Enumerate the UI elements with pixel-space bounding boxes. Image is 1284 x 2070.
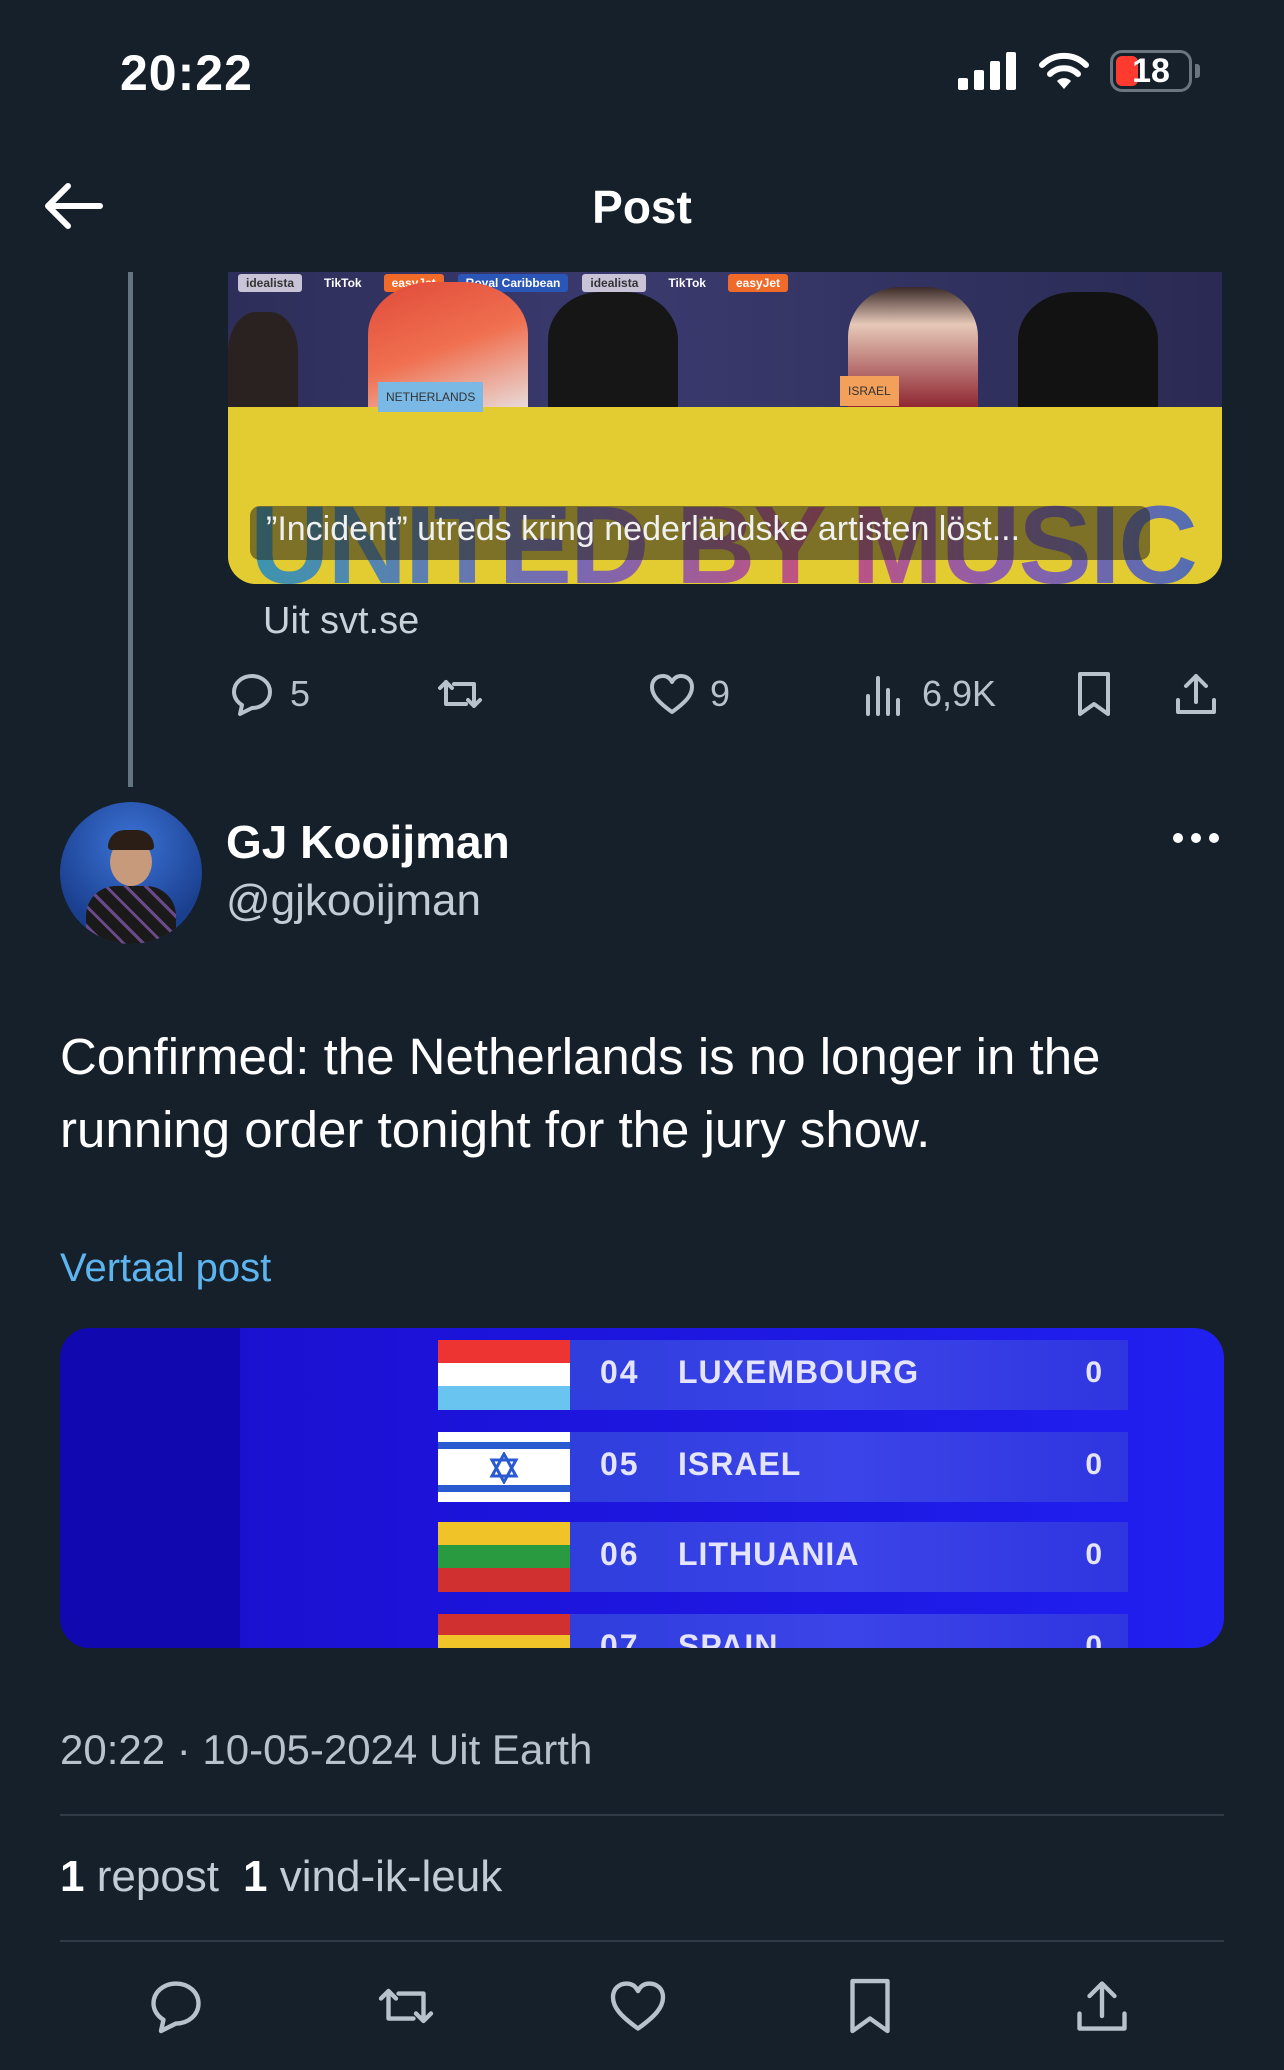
share-button[interactable] <box>1172 670 1220 718</box>
wifi-icon <box>1039 52 1089 89</box>
flag-luxembourg <box>438 1340 570 1410</box>
link-card[interactable]: idealista TikTok easyJet Royal Caribbean… <box>228 272 1222 584</box>
ranking-row: 07 SPAIN 0 <box>438 1614 1128 1648</box>
flag-lithuania <box>438 1522 570 1592</box>
post-text: Confirmed: the Netherlands is no longer … <box>60 1028 1101 1158</box>
rank-country: LUXEMBOURG <box>678 1354 920 1390</box>
like-count: 1 <box>243 1852 268 1901</box>
page-title: Post <box>592 181 692 233</box>
post-actions <box>0 1976 1284 2040</box>
like-button[interactable] <box>608 1976 672 2040</box>
views-icon <box>866 676 900 716</box>
name-plate: NETHERLANDS <box>378 382 484 412</box>
reply-count: 5 <box>290 673 311 714</box>
rank-country: SPAIN <box>678 1628 779 1648</box>
rank-country: LITHUANIA <box>678 1536 860 1572</box>
repost-stat[interactable]: 1 repost <box>60 1852 219 1902</box>
more-options-button[interactable] <box>1172 826 1220 850</box>
reply-button[interactable] <box>146 1976 210 2040</box>
bookmark-icon <box>850 1978 890 2034</box>
views-count: 6,9K <box>922 673 997 714</box>
heart-icon <box>650 674 694 714</box>
like-stat[interactable]: 1 vind-ik-leuk <box>243 1852 502 1902</box>
ranking-row: 06 LITHUANIA 0 <box>438 1522 1128 1592</box>
rank-score: 0 <box>1085 1630 1102 1648</box>
translate-link[interactable]: Vertaal post <box>60 1246 271 1291</box>
sponsor-logo: idealista <box>238 274 303 292</box>
post-stats: 1 repost 1 vind-ik-leuk <box>60 1852 502 1902</box>
rank-score: 0 <box>1085 1538 1102 1571</box>
heart-icon <box>610 1981 666 2031</box>
user-handle[interactable]: @gjkooijman <box>226 876 481 926</box>
bookmark-button[interactable] <box>840 1976 904 2040</box>
rank-score: 0 <box>1085 1448 1102 1481</box>
divider <box>60 1940 1224 1942</box>
views-button[interactable]: 6,9K <box>860 670 996 718</box>
person-figure <box>228 312 298 412</box>
name-plate: ISRAEL <box>840 376 899 406</box>
post-media-image[interactable]: 04 LUXEMBOURG 0 05 ISRAEL 0 06 LITHUANIA… <box>60 1328 1224 1648</box>
reply-icon <box>232 674 272 716</box>
sponsor-logo: TikTok <box>324 276 362 290</box>
flag-israel <box>438 1432 570 1502</box>
share-button[interactable] <box>1072 1976 1136 2040</box>
divider <box>60 1814 1224 1816</box>
rank-number: 06 <box>600 1536 640 1572</box>
display-name[interactable]: GJ Kooijman <box>226 815 510 869</box>
status-time: 20:22 <box>120 45 253 101</box>
repost-button[interactable] <box>376 1976 440 2040</box>
bookmark-icon <box>1078 672 1110 716</box>
link-card-title: ”Incident” utreds kring nederländske art… <box>250 506 1150 560</box>
signal-icon <box>958 52 1016 90</box>
like-label: vind-ik-leuk <box>279 1852 503 1901</box>
repost-count: 1 <box>60 1852 85 1901</box>
more-dots-icon <box>1173 833 1219 843</box>
ranking-row: 05 ISRAEL 0 <box>438 1432 1128 1502</box>
sponsor-logo: easyJet <box>727 274 789 292</box>
status-icons: 18 <box>958 50 1200 92</box>
repost-icon <box>438 680 482 708</box>
header: Post <box>0 150 1284 260</box>
rank-country: ISRAEL <box>678 1446 802 1482</box>
battery-icon: 18 <box>1110 50 1200 92</box>
battery-level: 18 <box>1132 51 1170 90</box>
repost-button[interactable] <box>436 670 484 718</box>
rank-score: 0 <box>1085 1356 1102 1389</box>
link-card-source[interactable]: Uit svt.se <box>263 600 419 643</box>
reply-icon <box>151 1981 201 2034</box>
like-count: 9 <box>710 673 731 714</box>
rank-number: 05 <box>600 1446 640 1482</box>
person-figure <box>548 292 678 412</box>
status-bar: 20:22 18 <box>0 0 1284 130</box>
reply-button[interactable]: 5 <box>228 670 310 718</box>
sponsor-logo: TikTok <box>668 276 706 290</box>
share-icon <box>1176 674 1216 714</box>
avatar[interactable] <box>60 802 202 944</box>
rank-number: 07 <box>600 1628 640 1648</box>
bookmark-button[interactable] <box>1070 670 1118 718</box>
like-button[interactable]: 9 <box>648 670 730 718</box>
share-icon <box>1077 1981 1127 2031</box>
quoted-post-actions: 5 9 6,9K <box>228 670 1228 730</box>
repost-icon <box>378 1988 434 2024</box>
post-timestamp: 20:22 · 10-05-2024 Uit Earth <box>60 1726 593 1773</box>
sponsor-logo: idealista <box>582 274 647 292</box>
ranking-row: 04 LUXEMBOURG 0 <box>438 1340 1128 1410</box>
repost-label: repost <box>96 1852 220 1901</box>
person-figure <box>1018 292 1158 412</box>
rank-number: 04 <box>600 1354 640 1390</box>
flag-spain <box>438 1614 570 1648</box>
thread-line <box>128 272 133 787</box>
